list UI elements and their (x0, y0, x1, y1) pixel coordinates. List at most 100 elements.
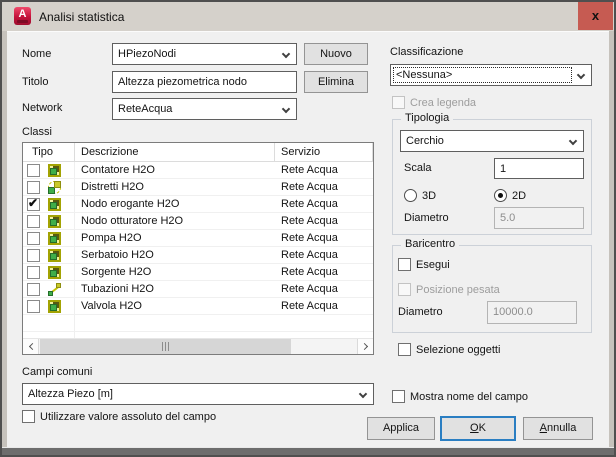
elimina-button[interactable]: Elimina (304, 71, 368, 93)
row-checkbox[interactable] (27, 249, 40, 262)
row-servizio: Rete Acqua (275, 179, 373, 196)
row-tipo-cell (23, 264, 75, 281)
column-header-servizio[interactable]: Servizio (275, 143, 373, 162)
selezione-oggetti-checkbox[interactable] (398, 343, 411, 356)
scroll-right-button[interactable] (357, 339, 373, 354)
mostra-nome-label: Mostra nome del campo (410, 391, 528, 403)
polygon-icon (48, 181, 61, 194)
scala-label: Scala (404, 162, 432, 174)
row-checkbox[interactable] (27, 164, 40, 177)
scrollbar-grip-icon (162, 342, 171, 351)
esegui-label: Esegui (416, 259, 450, 271)
row-servizio: Rete Acqua (275, 230, 373, 247)
row-descrizione: Pompa H2O (75, 230, 275, 247)
row-servizio: Rete Acqua (275, 162, 373, 179)
table-row[interactable]: Sorgente H2ORete Acqua (23, 264, 373, 281)
row-servizio: Rete Acqua (275, 264, 373, 281)
campi-comuni-combobox[interactable]: Altezza Piezo [m] (22, 383, 374, 405)
row-tipo-cell (23, 162, 75, 179)
posizione-pesata-checkbox (398, 283, 411, 296)
horizontal-scrollbar[interactable] (23, 338, 373, 354)
point-icon (48, 232, 61, 245)
chevron-left-icon (29, 343, 36, 350)
row-checkbox[interactable] (27, 181, 40, 194)
row-descrizione: Nodo otturatore H2O (75, 213, 275, 230)
row-descrizione: Serbatoio H2O (75, 247, 275, 264)
annulla-button-label-rest: nnulla (547, 422, 576, 434)
table-row[interactable]: Distretti H2ORete Acqua (23, 179, 373, 196)
valore-assoluto-label: Utilizzare valore assoluto del campo (40, 411, 216, 423)
ok-button-label: O (470, 422, 479, 434)
baricentro-group-title: Baricentro (401, 238, 459, 250)
row-checkbox[interactable] (27, 283, 40, 296)
radio-2d[interactable] (494, 189, 507, 202)
point-icon (48, 266, 61, 279)
window-title: Analisi statistica (39, 10, 124, 24)
row-descrizione: Nodo erogante H2O (75, 196, 275, 213)
row-descrizione: Contatore H2O (75, 162, 275, 179)
column-header-descrizione[interactable]: Descrizione (75, 143, 275, 162)
row-descrizione: Sorgente H2O (75, 264, 275, 281)
dialog-analisi-statistica: A Analisi statistica x Nome HPiezoNodi N… (0, 0, 616, 457)
classificazione-label: Classificazione (390, 46, 463, 58)
esegui-checkbox[interactable] (398, 258, 411, 271)
network-combobox[interactable]: ReteAcqua (112, 98, 297, 120)
baricentro-diametro-input: 10000.0 (487, 301, 577, 324)
chevron-down-icon (282, 50, 290, 58)
row-checkbox[interactable] (27, 300, 40, 313)
scala-input[interactable]: 1 (494, 158, 584, 179)
classificazione-combobox[interactable]: <Nessuna> (390, 64, 592, 86)
classi-table[interactable]: Tipo Descrizione Servizio Contatore H2OR… (22, 142, 374, 355)
mostra-nome-checkbox[interactable] (392, 390, 405, 403)
focus-rectangle (393, 67, 572, 83)
row-servizio: Rete Acqua (275, 196, 373, 213)
row-tipo-cell (23, 196, 75, 213)
crea-legenda-checkbox (392, 96, 405, 109)
row-descrizione: Valvola H2O (75, 298, 275, 315)
empty-table-row (23, 315, 373, 332)
tipologia-diametro-input: 5.0 (494, 207, 584, 229)
titolo-input[interactable]: Altezza piezometrica nodo (112, 71, 297, 93)
polyline-icon (48, 283, 61, 296)
row-servizio: Rete Acqua (275, 247, 373, 264)
nome-combobox[interactable]: HPiezoNodi (112, 43, 297, 65)
close-button[interactable]: x (578, 2, 613, 30)
table-row[interactable]: Valvola H2ORete Acqua (23, 298, 373, 315)
table-row[interactable]: Pompa H2ORete Acqua (23, 230, 373, 247)
titolo-label: Titolo (22, 76, 49, 88)
table-row[interactable]: Nodo erogante H2ORete Acqua (23, 196, 373, 213)
table-row[interactable]: Contatore H2ORete Acqua (23, 162, 373, 179)
ok-button[interactable]: OK (440, 416, 516, 441)
column-header-tipo[interactable]: Tipo (23, 143, 75, 162)
row-tipo-cell (23, 230, 75, 247)
table-row[interactable]: Serbatoio H2ORete Acqua (23, 247, 373, 264)
valore-assoluto-checkbox[interactable] (22, 410, 35, 423)
title-bar[interactable]: A Analisi statistica x (2, 2, 614, 31)
radio-3d[interactable] (404, 189, 417, 202)
scroll-left-button[interactable] (23, 339, 39, 354)
table-row[interactable]: Nodo otturatore H2ORete Acqua (23, 213, 373, 230)
point-icon (48, 215, 61, 228)
tipologia-shape-value: Cerchio (406, 135, 444, 147)
row-checkbox[interactable] (27, 198, 40, 211)
row-tipo-cell (23, 281, 75, 298)
applica-button[interactable]: Applica (367, 417, 435, 440)
tipologia-shape-combobox[interactable]: Cerchio (400, 130, 584, 152)
campi-comuni-combobox-value: Altezza Piezo [m] (28, 388, 113, 400)
campi-comuni-label: Campi comuni (22, 366, 92, 378)
tipologia-diametro-label: Diametro (404, 212, 449, 224)
scrollbar-thumb[interactable] (40, 339, 291, 354)
table-row[interactable]: Tubazioni H2ORete Acqua (23, 281, 373, 298)
tipologia-group-title: Tipologia (401, 112, 453, 124)
row-servizio: Rete Acqua (275, 281, 373, 298)
annulla-button-label: A (540, 422, 547, 434)
row-checkbox[interactable] (27, 215, 40, 228)
nuovo-button[interactable]: Nuovo (304, 43, 368, 65)
row-checkbox[interactable] (27, 266, 40, 279)
annulla-button[interactable]: Annulla (523, 417, 593, 440)
chevron-down-icon (282, 105, 290, 113)
ok-button-label-rest: K (479, 422, 486, 434)
row-checkbox[interactable] (27, 232, 40, 245)
row-tipo-cell (23, 298, 75, 315)
point-icon (48, 164, 61, 177)
